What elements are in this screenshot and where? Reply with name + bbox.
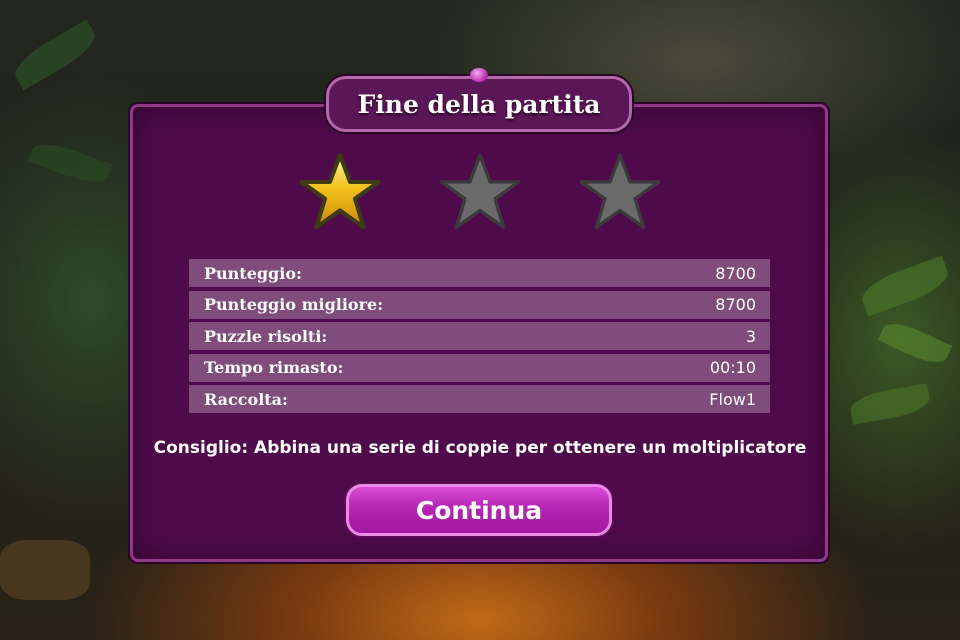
stat-value: 8700: [715, 295, 756, 314]
stat-row-best-score: Punteggio migliore: 8700: [189, 290, 770, 319]
continue-button[interactable]: Continua: [346, 484, 612, 536]
stat-value: Flow1: [709, 389, 756, 409]
stat-row-puzzles-solved: Puzzle risolti: 3: [189, 322, 770, 350]
star-empty-icon-3: [579, 153, 661, 229]
dialog-title: Fine della partita: [357, 89, 601, 119]
stat-row-time-left: Tempo rimasto: 00:10: [189, 353, 770, 382]
tip-text: Consiglio: Abbina una serie di coppie pe…: [153, 438, 807, 458]
stat-label: Raccolta:: [204, 389, 288, 409]
stats-table: Punteggio: 8700 Punteggio migliore: 8700…: [189, 259, 770, 417]
stat-value: 00:10: [709, 358, 756, 377]
star-empty-icon-2: [439, 153, 521, 229]
stat-label: Punteggio:: [204, 263, 302, 283]
stat-row-score: Punteggio: 8700: [189, 259, 770, 287]
star-icon-1: [299, 152, 381, 230]
stat-value: 3: [745, 326, 756, 346]
stat-label: Punteggio migliore:: [204, 295, 384, 314]
stat-row-collection: Raccolta: Flow1: [189, 385, 770, 413]
stat-label: Tempo rimasto:: [204, 358, 344, 377]
stat-value: 8700: [715, 263, 756, 283]
stat-label: Puzzle risolti:: [204, 326, 328, 346]
